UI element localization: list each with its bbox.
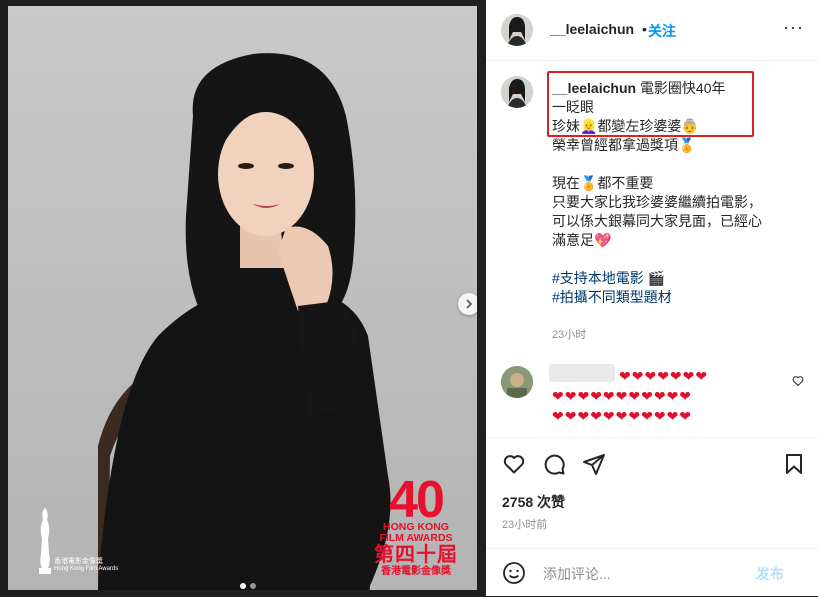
comment-icon [544,454,565,475]
header-separator: • [642,21,647,37]
share-button[interactable] [582,452,606,481]
comment-input[interactable] [541,563,755,585]
trophy-english: Hong Kong Film Awards [54,566,119,572]
carousel-dots [240,583,256,589]
commenter-username-blurred[interactable] [549,364,615,382]
avatar-image [501,76,533,108]
post-header: __leelaichun • 关注 ··· [486,0,818,61]
caption-line: 一眨眼 [552,99,594,115]
avatar[interactable] [501,76,533,108]
avatar-image [501,366,533,398]
hkfa-edition: 第四十屆 [374,544,458,566]
heart-icon [503,455,525,474]
caption-line: 只要大家比我珍婆婆繼續拍電影， [552,194,762,210]
send-icon [583,454,605,475]
caption-username[interactable]: __leelaichun [552,80,636,96]
hkfa-chinese-name: 香港電影金像獎 [381,566,451,577]
caption-line: 可以係大銀幕同大家見面，已經心 [552,213,762,229]
hashtag-link[interactable]: #拍攝不同類型題材 [552,288,802,307]
hashtag-link[interactable]: #支持本地電影 🎬 [552,269,802,288]
caption-line: 現在🏅都不重要 [552,175,654,191]
action-bar [486,437,818,488]
chevron-right-icon [466,299,473,309]
heart-outline-icon [792,376,804,387]
comment-hearts: ❤❤❤❤❤❤❤❤❤❤❤ ❤❤❤❤❤❤❤❤❤❤❤ [552,386,772,426]
next-image-button[interactable] [458,293,477,315]
caption-line: 滿意足💖 [552,232,612,248]
comment-hearts: ❤❤❤❤❤❤❤ [619,368,709,384]
caption-text: __leelaichun 電影圈快40年 一眨眼 珍妹👱‍♀️都變左珍婆婆👵 榮… [552,79,802,307]
trophy-chinese: 香港電影金像獎 [54,558,103,565]
caption-line: 榮幸曾經都拿過獎項🏅 [552,137,696,153]
comment-composer: 发布 [486,548,818,597]
emoji-button[interactable] [502,561,526,590]
hkfa-number: 40 [389,471,445,529]
hkfa-40-logo: 40 HONG KONG FILM AWARDS 第四十屆 香港電影金像獎 [373,471,459,578]
header-username[interactable]: __leelaichun [550,21,634,37]
post-photo[interactable]: 40 HONG KONG FILM AWARDS 第四十屆 香港電影金像獎 香港… [8,6,477,590]
commenter-avatar[interactable] [501,366,533,398]
post-timestamp: 23小时前 [502,519,548,531]
caption-time: 23小时 [552,329,587,341]
comment-hearts-line: ❤❤❤❤❤❤❤❤❤❤❤ [552,388,693,404]
trophy-icon [39,508,51,574]
comment-like-button[interactable] [792,374,804,392]
hkfa-english: HONG KONG FILM AWARDS [379,521,453,544]
carousel-dot [240,583,246,589]
more-options-button[interactable]: ··· [783,17,804,38]
like-button[interactable] [502,452,526,481]
comment-hearts-line: ❤❤❤❤❤❤❤❤❤❤❤ [552,408,693,424]
avatar-image [501,14,533,46]
post-side-panel: __leelaichun • 关注 ··· __leelaichun 電影圈快4… [486,0,818,596]
comment-button[interactable] [542,452,566,481]
caption-line: 珍妹👱‍♀️都變左珍婆婆👵 [552,118,699,134]
post-comment-button[interactable]: 发布 [756,564,784,584]
trophy-logo: 香港電影金像獎 Hong Kong Film Awards [36,506,126,581]
caption-line: 電影圈快40年 [639,80,726,96]
avatar[interactable] [501,14,533,46]
like-count[interactable]: 2758 次赞 [502,492,565,512]
smiley-icon [503,562,525,584]
save-button[interactable] [782,452,806,481]
bookmark-icon [786,454,802,474]
carousel-dot [250,583,256,589]
follow-button[interactable]: 关注 [648,21,676,41]
caption-first-line: __leelaichun 電影圈快40年 [552,79,802,98]
